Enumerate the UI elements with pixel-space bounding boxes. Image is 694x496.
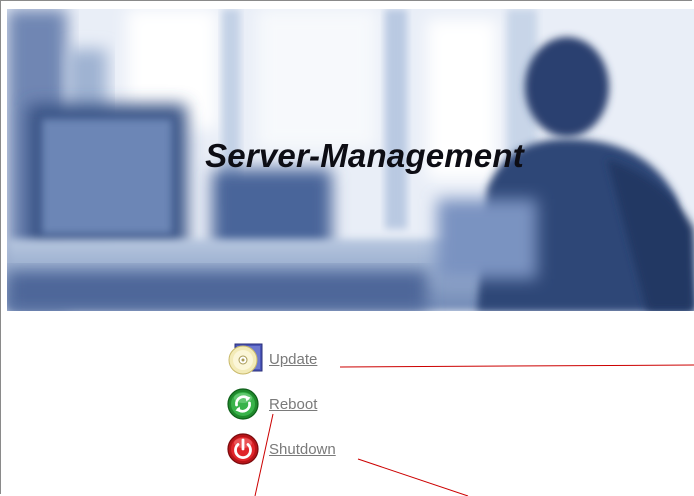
refresh-icon	[226, 387, 264, 421]
banner-title: Server-Management	[205, 137, 524, 174]
cd-disc-icon	[226, 342, 264, 376]
update-link[interactable]: Update	[226, 342, 317, 376]
reboot-label[interactable]: Reboot	[269, 396, 317, 413]
shutdown-link[interactable]: Shutdown	[226, 432, 336, 466]
update-label[interactable]: Update	[269, 351, 317, 368]
reboot-link[interactable]: Reboot	[226, 387, 317, 421]
power-icon	[226, 432, 264, 466]
shutdown-label[interactable]: Shutdown	[269, 441, 336, 458]
header-banner: Server-Management	[7, 9, 694, 311]
